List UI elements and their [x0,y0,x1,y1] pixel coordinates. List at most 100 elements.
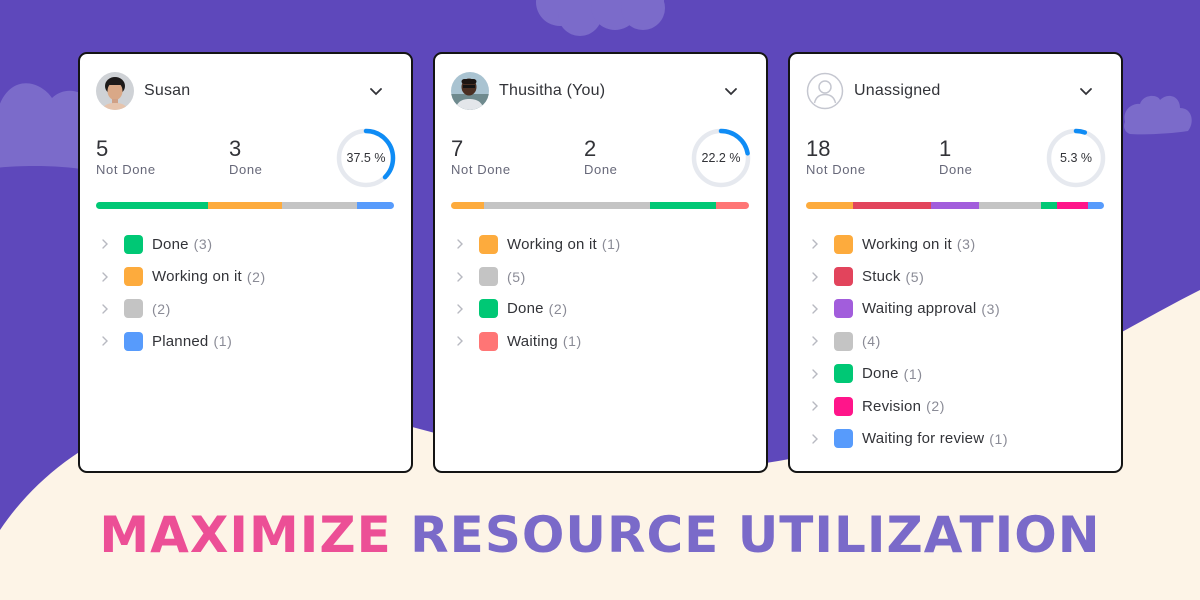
headline-word-maximize: MAXIMIZE [99,506,392,564]
chevron-right-icon[interactable] [808,237,822,251]
headline-words-resource-utilization: RESOURCE UTILIZATION [410,506,1101,564]
chevron-right-icon[interactable] [98,237,112,251]
bar-segment [1088,202,1104,209]
status-color-swatch [479,234,498,254]
done-label: Done [939,162,973,177]
status-color-swatch [834,331,853,351]
progress-percent: 22.2 % [701,151,741,165]
status-label: Revision [862,397,922,415]
bar-segment [806,202,854,209]
chevron-right-icon[interactable] [808,432,822,446]
bar-segment [356,202,394,209]
status-group-item[interactable]: (5) [453,260,750,292]
chevron-right-icon[interactable] [808,302,822,316]
status-label: Working on it [152,268,242,286]
user-name: Susan [144,82,191,99]
status-count: (1) [601,236,621,253]
chevron-right-icon[interactable] [808,270,822,284]
card-header: Thusitha (You) [451,72,750,110]
status-label: Planned [152,332,209,350]
chevron-right-icon[interactable] [453,334,467,348]
status-count: (2) [926,398,946,415]
not-done-count: 7 [451,136,464,161]
status-color-swatch [834,267,853,287]
status-distribution-bar [806,202,1104,209]
status-distribution-bar [451,202,749,209]
status-count: (2) [548,300,568,317]
status-label: Waiting approval [862,300,977,318]
status-list: Working on it (1) (5) Done (2) Waiting (1) [453,228,750,358]
not-done-count: 18 [806,136,831,161]
chevron-down-icon[interactable] [722,82,740,100]
status-color-swatch [124,299,143,319]
status-label: Done [507,300,544,318]
status-count: (2) [152,300,171,317]
bar-segment [1056,202,1089,209]
cloud-left [0,83,88,170]
not-done-label: Not Done [96,162,156,177]
not-done-stat: 5 Not Done [96,136,156,178]
status-group-item[interactable]: Working on it (2) [98,260,395,292]
done-label: Done [229,162,263,177]
status-group-item[interactable]: (2) [98,293,395,325]
status-label: Waiting [507,332,558,350]
chevron-down-icon[interactable] [367,82,385,100]
chevron-right-icon[interactable] [98,334,112,348]
chevron-right-icon[interactable] [808,399,822,413]
status-group-item[interactable]: Done (3) [98,228,395,260]
status-count: (2) [246,268,266,285]
chevron-right-icon[interactable] [453,270,467,284]
progress-percent: 5.3 % [1060,151,1092,165]
chevron-right-icon[interactable] [453,237,467,251]
status-group-item[interactable]: Done (1) [808,358,1105,390]
done-count: 2 [584,136,597,161]
status-group-item[interactable]: Revision (2) [808,390,1105,422]
status-group-item[interactable]: Working on it (1) [453,228,750,260]
status-color-swatch [834,429,853,449]
status-label: Working on it [862,235,952,253]
done-stat: 3 Done [229,136,262,178]
status-count: (5) [905,268,925,285]
status-color-swatch [479,267,498,287]
chevron-right-icon[interactable] [808,334,822,348]
bar-segment [1041,202,1057,209]
chevron-right-icon[interactable] [808,367,822,381]
status-group-item[interactable]: Waiting for review (1) [808,422,1105,454]
bar-segment [853,202,932,209]
bar-segment [451,202,485,209]
chevron-down-icon[interactable] [1077,82,1095,100]
status-group-item[interactable]: (4) [808,325,1105,357]
status-count: (4) [862,333,881,350]
bar-segment [715,202,749,209]
not-done-label: Not Done [451,162,511,177]
user-name: Thusitha (You) [499,82,606,99]
chevron-right-icon[interactable] [453,302,467,316]
done-label: Done [584,162,618,177]
avatar-placeholder-user-icon [806,72,844,110]
done-count: 3 [229,136,242,161]
status-color-swatch [834,299,853,319]
status-count: (1) [989,430,1009,447]
status-group-item[interactable]: Working on it (3) [808,228,1105,260]
status-label: Stuck [862,268,901,286]
chevron-right-icon[interactable] [98,302,112,316]
bar-segment [96,202,208,209]
card-header: Susan [96,72,395,110]
status-distribution-bar [96,202,394,209]
progress-percent: 37.5 % [346,151,386,165]
status-count: (1) [213,333,233,350]
status-group-item[interactable]: Stuck (5) [808,260,1105,292]
status-count: (1) [903,365,923,382]
status-group-item[interactable]: Done (2) [453,293,750,325]
done-count: 1 [939,136,952,161]
bar-segment [282,202,357,209]
not-done-count: 5 [96,136,109,161]
user-name: Unassigned [854,82,941,99]
status-color-swatch [124,331,143,351]
status-list: Working on it (3) Stuck (5) Waiting approval… [808,228,1105,455]
status-group-item[interactable]: Waiting approval (3) [808,293,1105,325]
status-count: (1) [562,333,582,350]
status-group-item[interactable]: Waiting (1) [453,325,750,357]
chevron-right-icon[interactable] [98,270,112,284]
status-group-item[interactable]: Planned (1) [98,325,395,357]
